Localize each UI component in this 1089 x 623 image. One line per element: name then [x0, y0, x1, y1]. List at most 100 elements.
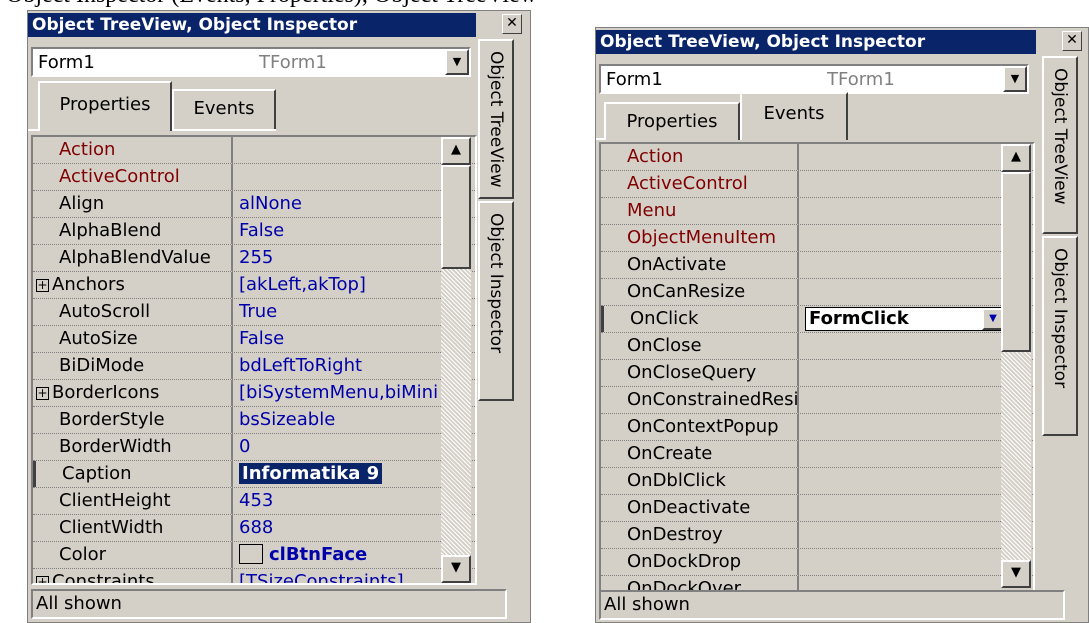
table-row[interactable]: BiDiMode bdLeftToRight: [33, 353, 475, 380]
row-value-cell[interactable]: [805, 549, 1005, 575]
row-name-cell[interactable]: OnDblClick: [601, 468, 799, 494]
title-bar[interactable]: Object TreeView, Object Inspector ✕: [28, 11, 528, 39]
side-tab-object-inspector[interactable]: Object Inspector: [478, 201, 514, 401]
row-value-cell[interactable]: [805, 171, 1005, 197]
row-value-cell[interactable]: True: [239, 299, 439, 325]
tab-events[interactable]: Events: [740, 92, 848, 140]
table-row[interactable]: ClientWidth 688: [33, 515, 475, 542]
row-value-cell[interactable]: bdLeftToRight: [239, 353, 439, 379]
table-row[interactable]: + Anchors [akLeft,akTop]: [33, 272, 475, 299]
row-value-cell[interactable]: [805, 495, 1005, 521]
row-value-cell[interactable]: bsSizeable: [239, 407, 439, 433]
row-name-cell[interactable]: + BorderIcons: [33, 380, 233, 406]
table-row[interactable]: Menu: [601, 198, 1033, 225]
row-value-cell[interactable]: [805, 441, 1005, 467]
table-row[interactable]: ActiveControl: [33, 164, 475, 191]
table-row[interactable]: Align alNone: [33, 191, 475, 218]
scroll-down-icon[interactable]: ▼: [441, 555, 471, 583]
table-row[interactable]: OnCloseQuery: [601, 360, 1033, 387]
row-value-cell[interactable]: [805, 279, 1005, 305]
table-row[interactable]: OnDockDrop: [601, 549, 1033, 576]
row-name-cell[interactable]: Align: [33, 191, 233, 217]
row-name-cell[interactable]: OnConstrainedResize: [601, 387, 799, 413]
row-name-cell[interactable]: OnDestroy: [601, 522, 799, 548]
table-row[interactable]: AutoSize False: [33, 326, 475, 353]
row-value-cell[interactable]: [805, 522, 1005, 548]
expand-icon[interactable]: +: [36, 387, 49, 400]
vertical-scrollbar[interactable]: ▲ ▼: [441, 137, 471, 583]
table-row[interactable]: Action: [33, 137, 475, 164]
row-name-cell[interactable]: + Anchors: [33, 272, 233, 298]
row-value-cell[interactable]: clBtnFace: [239, 542, 439, 568]
row-name-cell[interactable]: AutoScroll: [33, 299, 233, 325]
table-row[interactable]: ActiveControl: [601, 171, 1033, 198]
event-handler-combo[interactable]: FormClick ▼: [805, 307, 1005, 331]
scroll-up-icon[interactable]: ▲: [1001, 144, 1031, 172]
tab-properties[interactable]: Properties: [38, 81, 172, 131]
table-row[interactable]: OnCreate: [601, 441, 1033, 468]
row-value-cell[interactable]: 0: [239, 434, 439, 460]
table-row[interactable]: OnClick FormClick ▼: [601, 306, 1033, 333]
row-value-cell[interactable]: [805, 252, 1005, 278]
object-selector-combo[interactable]: Form1 TForm1 ▼: [599, 64, 1029, 94]
tab-events[interactable]: Events: [172, 89, 276, 129]
scroll-thumb[interactable]: [441, 165, 471, 269]
row-name-cell[interactable]: BorderWidth: [33, 434, 233, 460]
row-value-cell[interactable]: alNone: [239, 191, 439, 217]
row-name-cell[interactable]: AutoSize: [33, 326, 233, 352]
row-name-cell[interactable]: OnDeactivate: [601, 495, 799, 521]
row-name-cell[interactable]: BiDiMode: [33, 353, 233, 379]
row-name-cell[interactable]: OnCanResize: [601, 279, 799, 305]
row-name-cell[interactable]: OnClick: [601, 306, 799, 332]
row-value-cell[interactable]: 688: [239, 515, 439, 541]
scroll-down-icon[interactable]: ▼: [1001, 560, 1031, 588]
row-value-cell[interactable]: 255: [239, 245, 439, 271]
row-value-cell[interactable]: [805, 198, 1005, 224]
table-row[interactable]: Color clBtnFace: [33, 542, 475, 569]
row-value-cell[interactable]: [biSystemMenu,biMinimize,biMaximize]: [239, 380, 439, 406]
row-name-cell[interactable]: AlphaBlendValue: [33, 245, 233, 271]
row-name-cell[interactable]: OnCreate: [601, 441, 799, 467]
close-icon[interactable]: ✕: [502, 14, 522, 34]
row-value-cell[interactable]: [805, 468, 1005, 494]
row-name-cell[interactable]: ActiveControl: [601, 171, 799, 197]
table-row[interactable]: OnDblClick: [601, 468, 1033, 495]
row-value-cell[interactable]: [805, 333, 1005, 359]
row-value-cell[interactable]: [805, 387, 1005, 413]
table-row[interactable]: AlphaBlend False: [33, 218, 475, 245]
close-icon[interactable]: ✕: [1062, 31, 1082, 51]
row-name-cell[interactable]: + Constraints: [33, 569, 233, 583]
row-name-cell[interactable]: OnDockDrop: [601, 549, 799, 575]
expand-icon[interactable]: +: [36, 576, 49, 583]
row-name-cell[interactable]: ActiveControl: [33, 164, 233, 190]
table-row[interactable]: OnDestroy: [601, 522, 1033, 549]
table-row[interactable]: Action: [601, 144, 1033, 171]
table-row[interactable]: OnContextPopup: [601, 414, 1033, 441]
row-name-cell[interactable]: OnClose: [601, 333, 799, 359]
table-row[interactable]: ClientHeight 453: [33, 488, 475, 515]
row-value-cell[interactable]: FormClick ▼: [805, 306, 1005, 332]
row-name-cell[interactable]: OnActivate: [601, 252, 799, 278]
row-name-cell[interactable]: OnCloseQuery: [601, 360, 799, 386]
row-value-cell[interactable]: [805, 144, 1005, 170]
row-name-cell[interactable]: ClientHeight: [33, 488, 233, 514]
row-name-cell[interactable]: ObjectMenuItem: [601, 225, 799, 251]
table-row[interactable]: OnActivate: [601, 252, 1033, 279]
row-value-cell[interactable]: Informatika 9: [239, 461, 439, 487]
table-row[interactable]: ObjectMenuItem: [601, 225, 1033, 252]
table-row[interactable]: Caption Informatika 9: [33, 461, 475, 488]
table-row[interactable]: OnDeactivate: [601, 495, 1033, 522]
row-value-cell[interactable]: [TSizeConstraints]: [239, 569, 439, 583]
row-name-cell[interactable]: Action: [601, 144, 799, 170]
scroll-thumb[interactable]: [1001, 172, 1031, 352]
chevron-down-icon[interactable]: ▼: [445, 49, 469, 75]
row-name-cell[interactable]: Color: [33, 542, 233, 568]
side-tab-object-treeview[interactable]: Object TreeView: [1042, 56, 1078, 234]
tab-properties[interactable]: Properties: [604, 102, 740, 140]
row-name-cell[interactable]: ClientWidth: [33, 515, 233, 541]
chevron-down-icon[interactable]: ▼: [1003, 66, 1027, 92]
row-value-cell[interactable]: [805, 225, 1005, 251]
row-value-cell[interactable]: [805, 360, 1005, 386]
expand-icon[interactable]: +: [36, 279, 49, 292]
row-value-cell[interactable]: 453: [239, 488, 439, 514]
